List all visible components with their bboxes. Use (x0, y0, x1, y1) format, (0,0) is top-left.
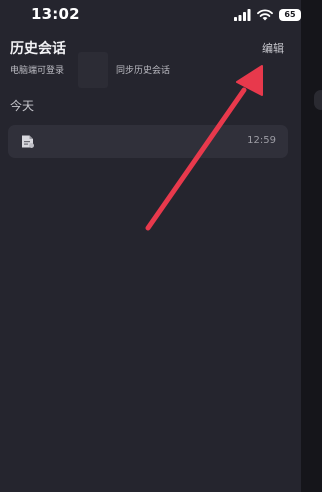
battery-icon: 65 (279, 9, 301, 21)
status-time: 13:02 (31, 5, 80, 23)
wifi-icon (257, 9, 273, 21)
page-title: 历史会话 (10, 41, 66, 57)
history-panel: 13:02 65 历史会话 编辑 电脑端可登录 同步历史会话 今天 12:59 (0, 0, 322, 492)
section-label-today: 今天 (10, 99, 35, 113)
edit-button[interactable]: 编辑 (262, 40, 284, 56)
main-screen-edge[interactable] (301, 0, 322, 492)
signal-icon (234, 9, 251, 21)
desktop-login-link[interactable]: 电脑端可登录 (10, 63, 64, 76)
status-bar: 13:02 65 (0, 0, 301, 28)
qr-placeholder (78, 52, 108, 88)
conversation-item[interactable]: 12:59 (8, 125, 288, 158)
status-icons: 65 (234, 8, 301, 22)
sync-history-link[interactable]: 同步历史会话 (116, 63, 170, 76)
document-icon (22, 135, 34, 148)
battery-level: 65 (284, 10, 296, 19)
edge-handle (314, 90, 322, 110)
conversation-time: 12:59 (247, 135, 276, 146)
